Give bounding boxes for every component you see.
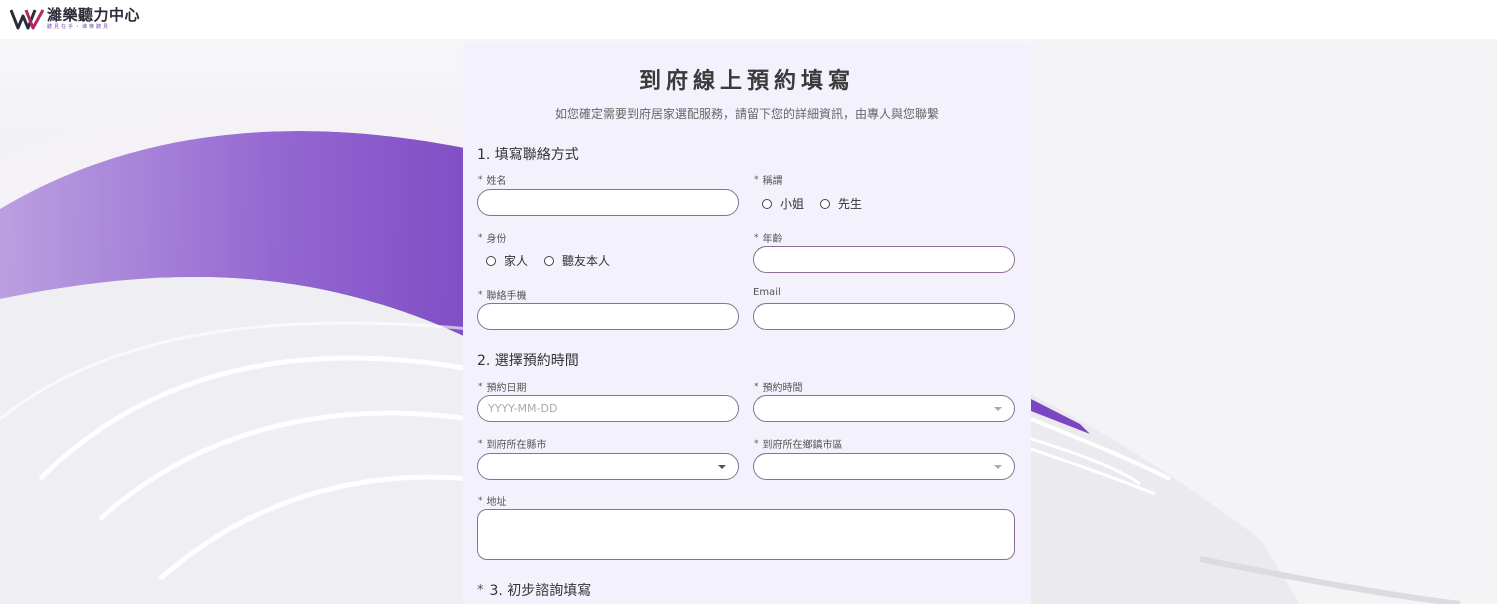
required-mark: * — [754, 175, 759, 185]
section-contact-heading: 1. 填寫聯絡方式 — [477, 147, 579, 163]
salutation-option-miss[interactable]: 小姐 — [762, 195, 804, 212]
option-label: 聽友本人 — [562, 254, 611, 268]
chevron-down-icon — [718, 465, 726, 469]
required-mark: * — [754, 382, 759, 392]
identity-option-self[interactable]: 聽友本人 — [544, 252, 610, 269]
required-mark: * — [478, 439, 483, 449]
required-mark: * — [478, 175, 483, 185]
identity-label: * 身份 — [478, 230, 507, 245]
required-mark: * — [478, 496, 483, 506]
district-label: * 到府所在鄉鎮市區 — [754, 436, 843, 451]
chevron-down-icon — [994, 407, 1002, 411]
identity-option-family[interactable]: 家人 — [486, 252, 528, 269]
required-mark: * — [477, 583, 484, 598]
radio-circle-icon[interactable] — [486, 255, 496, 266]
required-mark: * — [754, 233, 759, 243]
name-label-text: 姓名 — [486, 176, 507, 187]
name-input[interactable] — [477, 189, 739, 216]
time-select[interactable] — [753, 395, 1015, 422]
top-navbar: 濰樂聽力中心 聽見在乎・濰樂聽見 — [0, 0, 1500, 39]
time-label-text: 預約時間 — [762, 383, 803, 394]
radio-circle-icon[interactable] — [544, 255, 555, 266]
age-input[interactable] — [753, 246, 1015, 273]
required-mark: * — [754, 439, 759, 449]
page-subtitle: 如您確定需要到府居家選配服務，請留下您的詳細資訊，由專人與您聯繫 — [554, 107, 939, 121]
county-select[interactable] — [477, 453, 739, 480]
booking-form: 到府線上預約填寫 如您確定需要到府居家選配服務，請留下您的詳細資訊，由專人與您聯… — [463, 41, 1031, 604]
county-label: * 到府所在縣市 — [478, 436, 547, 451]
age-label-text: 年齡 — [762, 234, 783, 245]
option-label: 小姐 — [780, 197, 805, 211]
date-input[interactable]: YYYY-MM-DD — [477, 395, 739, 422]
logo-w-icon — [10, 9, 44, 30]
option-label: 先生 — [838, 197, 863, 211]
section-consult-heading: * 3. 初步諮詢填寫 — [477, 580, 591, 600]
option-label: 家人 — [504, 254, 529, 268]
phone-input[interactable] — [477, 303, 739, 330]
radio-circle-icon[interactable] — [762, 198, 772, 209]
salutation-label-text: 稱謂 — [762, 176, 783, 187]
section-time-heading: 2. 選擇預約時間 — [477, 353, 579, 369]
required-mark: * — [478, 382, 483, 392]
district-select[interactable] — [753, 453, 1015, 480]
date-label-text: 預約日期 — [486, 383, 527, 394]
brand-logo[interactable]: 濰樂聽力中心 聽見在乎・濰樂聽見 — [10, 7, 140, 31]
page-title: 到府線上預約填寫 — [638, 69, 855, 94]
address-label: * 地址 — [478, 493, 507, 508]
date-label: * 預約日期 — [478, 379, 527, 394]
district-label-text: 到府所在鄉鎮市區 — [762, 440, 843, 451]
address-label-text: 地址 — [486, 497, 507, 508]
salutation-label: * 稱謂 — [754, 172, 783, 187]
county-label-text: 到府所在縣市 — [486, 440, 547, 451]
radio-circle-icon[interactable] — [820, 198, 831, 209]
email-label: Email — [753, 287, 781, 298]
email-input[interactable] — [753, 303, 1015, 330]
section-consult-text: 3. 初步諮詢填寫 — [489, 583, 592, 599]
salutation-option-mr[interactable]: 先生 — [820, 195, 862, 212]
chevron-down-icon — [994, 465, 1002, 469]
phone-label: * 聯絡手機 — [478, 287, 527, 302]
address-textarea[interactable] — [477, 509, 1015, 560]
identity-radio-group: 家人 聽友本人 — [486, 252, 626, 269]
age-label: * 年齡 — [754, 230, 783, 245]
identity-label-text: 身份 — [486, 234, 507, 245]
phone-label-text: 聯絡手機 — [486, 291, 527, 302]
name-label: * 姓名 — [478, 172, 507, 187]
required-mark: * — [478, 233, 483, 243]
brand-slogan: 聽見在乎・濰樂聽見 — [47, 24, 111, 30]
required-mark: * — [478, 290, 483, 300]
date-placeholder: YYYY-MM-DD — [488, 402, 558, 415]
brand-name: 濰樂聽力中心 — [47, 6, 141, 24]
salutation-radio-group: 小姐 先生 — [762, 195, 878, 212]
time-label: * 預約時間 — [754, 379, 803, 394]
